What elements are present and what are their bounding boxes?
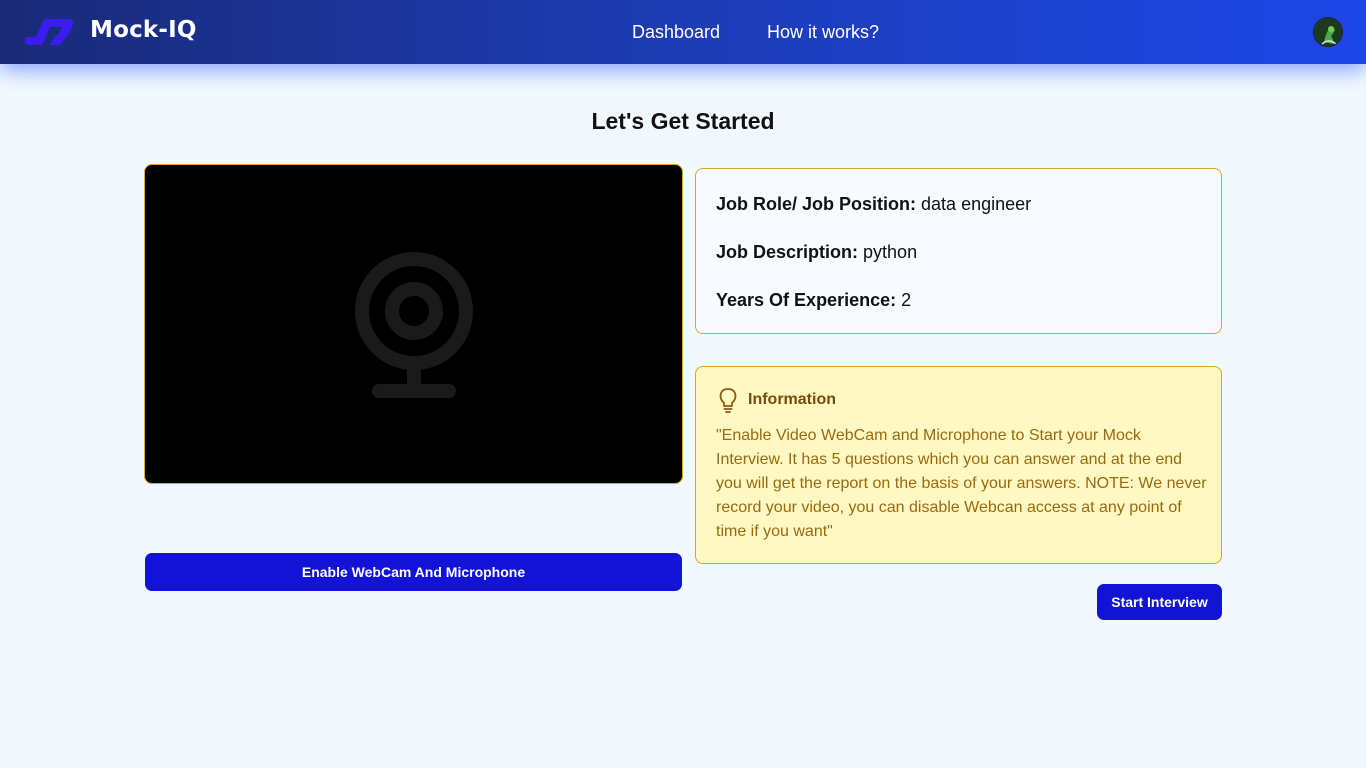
experience-value: 2 — [901, 290, 912, 310]
experience-row: Years Of Experience: 2 — [716, 290, 911, 311]
job-role-row: Job Role/ Job Position: data engineer — [716, 194, 1031, 215]
interview-details-card: Job Role/ Job Position: data engineer Jo… — [695, 168, 1222, 334]
lightbulb-icon — [719, 388, 737, 413]
experience-label: Years Of Experience: — [716, 290, 897, 310]
brand-name[interactable]: Mock-IQ — [90, 17, 197, 43]
job-description-label: Job Description: — [716, 242, 859, 262]
logo-icon[interactable] — [22, 15, 76, 49]
webcam-icon — [355, 252, 473, 398]
top-navbar: Mock-IQ Dashboard How it works? — [0, 0, 1366, 64]
job-description-row: Job Description: python — [716, 242, 917, 263]
job-role-value: data engineer — [921, 194, 1032, 214]
enable-webcam-button[interactable]: Enable WebCam And Microphone — [145, 553, 682, 591]
avatar[interactable] — [1313, 17, 1343, 47]
information-text: "Enable Video WebCam and Microphone to S… — [716, 427, 1207, 540]
nav-how-it-works-link[interactable]: How it works? — [767, 22, 879, 43]
nav-dashboard-link[interactable]: Dashboard — [632, 22, 720, 43]
information-card: Information "Enable Video WebCam and Mic… — [695, 366, 1222, 564]
information-title: Information — [748, 391, 836, 408]
job-description-value: python — [863, 242, 918, 262]
webcam-preview — [144, 164, 683, 484]
job-role-label: Job Role/ Job Position: — [716, 194, 917, 214]
start-interview-button[interactable]: Start Interview — [1097, 584, 1222, 620]
page-title: Let's Get Started — [591, 108, 775, 134]
